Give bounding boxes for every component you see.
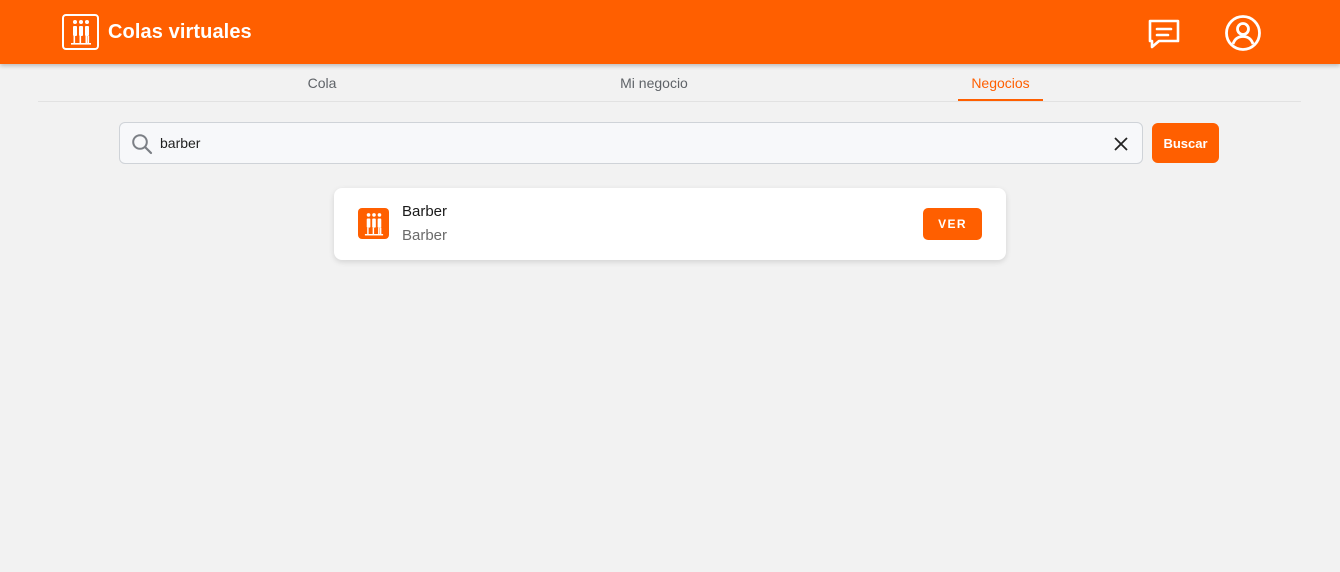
search-button[interactable]: Buscar <box>1152 123 1219 163</box>
queue-people-icon <box>62 14 99 50</box>
app-title: Colas virtuales <box>108 20 252 43</box>
business-name: Barber <box>402 203 448 220</box>
tab-cola[interactable]: Cola <box>300 64 344 102</box>
close-icon <box>1114 137 1128 151</box>
account-button[interactable] <box>1223 13 1263 53</box>
chat-button[interactable] <box>1145 16 1183 52</box>
brand[interactable]: Colas virtuales <box>62 14 252 50</box>
search-field <box>119 122 1143 164</box>
chat-icon <box>1148 19 1180 49</box>
tab-bar: Cola Mi negocio Negocios <box>38 64 1301 102</box>
clear-search-button[interactable] <box>1110 133 1132 155</box>
tab-negocios[interactable]: Negocios <box>958 64 1043 102</box>
queue-people-icon <box>358 208 389 239</box>
active-tab-indicator <box>958 99 1043 101</box>
search-icon <box>132 134 153 155</box>
account-circle-icon <box>1225 15 1261 51</box>
top-app-bar: Colas virtuales <box>0 0 1340 64</box>
business-result-card: Barber Barber VER <box>334 188 1006 260</box>
search-input[interactable] <box>160 123 1100 163</box>
view-business-button[interactable]: VER <box>923 208 982 240</box>
tab-mi-negocio[interactable]: Mi negocio <box>608 64 700 102</box>
business-description: Barber <box>402 227 448 244</box>
